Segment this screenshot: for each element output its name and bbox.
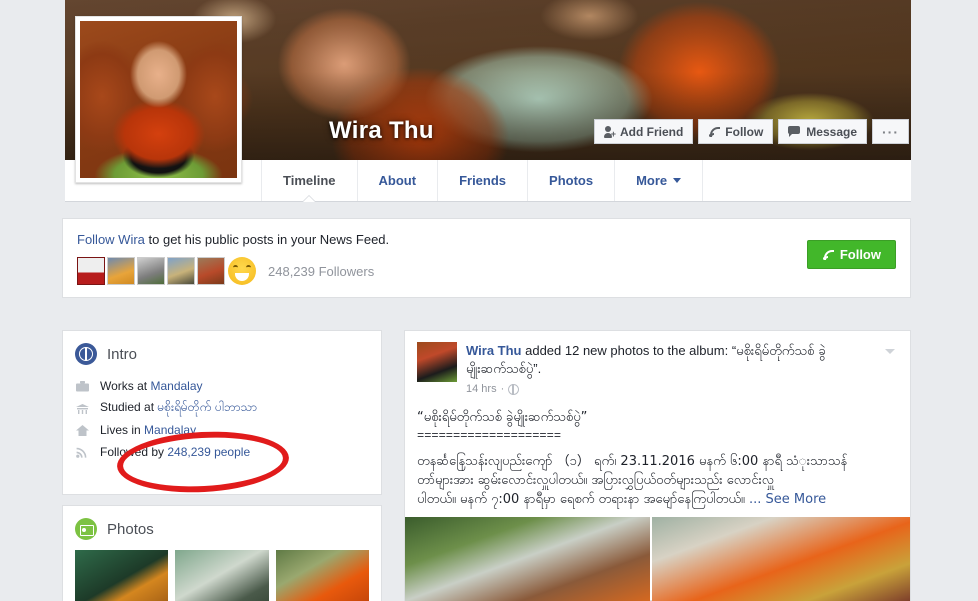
meta-dot: · — [500, 383, 505, 395]
intro-card-header: Intro — [63, 331, 381, 375]
globe-icon — [508, 383, 520, 395]
chevron-down-icon[interactable] — [880, 341, 900, 361]
more-options-icon: ··· — [882, 123, 899, 140]
rss-icon — [708, 126, 720, 138]
post-header: Wira Thu added 12 new photos to the albu… — [405, 331, 910, 398]
intro-lives-link[interactable]: Mandalay — [144, 423, 196, 437]
photos-card: Photos — [62, 505, 382, 601]
globe-icon — [75, 343, 97, 365]
intro-lives-text: Lives in Mandalay — [100, 423, 196, 437]
follower-avatar-1[interactable] — [77, 257, 105, 285]
photo-thumb-monk-speaking[interactable] — [75, 550, 169, 601]
intro-studied-prefix: Studied at — [100, 400, 158, 414]
follow-banner: Follow Wira to get his public posts in y… — [62, 218, 911, 298]
followers-count: 248,239 Followers — [268, 263, 375, 279]
post-photo-2-alms-offering[interactable] — [652, 517, 910, 601]
post-body-line3: ပါတယ်။ မနက် ၇:00 နာရီမှာ ရေစက် တရားနာ အမ… — [417, 492, 745, 507]
tab-photos[interactable]: Photos — [527, 160, 614, 201]
post-body-title: “မစိုးရိမ်တိုက်သစ် ခွဲမျိုးဆက်သစ်ပွဲ” — [417, 410, 588, 425]
briefcase-icon — [75, 380, 89, 392]
intro-row-studied: Studied at မစိုးရိမ်တိုက် ပါဘာသာ — [75, 397, 369, 419]
post-body-line1: တနင်္ဆနြေသန်းလျပည်းကျော် （၁） ရက်၊ 23.11.… — [417, 454, 848, 469]
follow-banner-rest: to get his public posts in your News Fee… — [144, 232, 390, 247]
follower-avatar-5[interactable] — [197, 257, 225, 285]
facebook-profile-page: Wira Thu + Add Friend Follow Message ···… — [0, 0, 978, 601]
add-friend-label: Add Friend — [619, 124, 684, 139]
intro-followed-text: Followed by 248,239 people — [100, 445, 250, 459]
intro-card: Intro Works at Mandalay Studied at မစိုး… — [62, 330, 382, 495]
follow-label-cover: Follow — [725, 124, 764, 139]
intro-lives-prefix: Lives in — [100, 423, 145, 437]
photos-card-header: Photos — [63, 506, 381, 550]
chevron-down-icon — [673, 178, 682, 183]
tab-timeline[interactable]: Timeline — [261, 160, 357, 201]
tab-about[interactable]: About — [356, 160, 438, 201]
post-author-link[interactable]: Wira Thu — [466, 343, 522, 358]
avatar-image — [80, 21, 237, 178]
post-header-text: Wira Thu added 12 new photos to the albu… — [466, 342, 898, 398]
follower-avatar-2[interactable] — [107, 257, 135, 285]
follow-button-banner[interactable]: Follow — [806, 240, 896, 269]
post-meta: 14 hrs · — [466, 381, 864, 398]
home-icon — [75, 424, 89, 436]
intro-studied-link[interactable]: မစိုးရိမ်တိုက် ပါဘာသာ — [157, 400, 257, 414]
intro-list: Works at Mandalay Studied at မစိုးရိမ်တိ… — [63, 375, 381, 463]
follower-avatar-3[interactable] — [137, 257, 165, 285]
intro-row-followed: Followed by 248,239 people — [75, 441, 369, 463]
message-button[interactable]: Message — [778, 119, 867, 144]
tab-about-label: About — [378, 173, 417, 188]
post-author-avatar[interactable] — [417, 342, 457, 382]
page-title: Wira Thu — [329, 117, 434, 144]
cover-action-bar: + Add Friend Follow Message ··· — [593, 119, 909, 144]
school-icon — [75, 403, 89, 414]
rss-icon — [75, 447, 89, 458]
post-body-line2: တာ်များအား ဆွမ်းလောင်းလှူပါတယ်။ အပြားလွှ… — [417, 473, 774, 488]
post-body-divider: ==================== — [417, 429, 562, 443]
follow-banner-text: Follow Wira to get his public posts in y… — [77, 232, 896, 247]
post-body-line3-wrap: ပါတယ်။ မနက် ၇:00 နာရီမှာ ရေစက် တရားနာ အမ… — [417, 490, 898, 509]
post-action-tail: ”. — [533, 361, 542, 376]
avatar[interactable] — [75, 16, 242, 183]
tab-timeline-label: Timeline — [283, 173, 336, 188]
see-more-link[interactable]: ... See More — [749, 492, 826, 507]
post-photo-1-monks-walking[interactable] — [405, 517, 651, 601]
photos-icon — [75, 518, 97, 540]
intro-title: Intro — [107, 345, 138, 363]
message-label: Message — [806, 124, 857, 139]
photo-thumb-temple-hall[interactable] — [175, 550, 269, 601]
photos-title: Photos — [107, 520, 154, 538]
add-friend-button[interactable]: + Add Friend — [593, 119, 694, 144]
intro-row-lives: Lives in Mandalay — [75, 419, 369, 441]
post-action-text: added 12 new photos to the album: “ — [521, 343, 737, 358]
follower-avatar-4[interactable] — [167, 257, 195, 285]
post-timestamp[interactable]: 14 hrs — [466, 381, 497, 398]
follower-avatars-row: 248,239 Followers — [77, 257, 896, 285]
intro-works-prefix: Works at — [100, 379, 151, 393]
intro-studied-text: Studied at မစိုးရိမ်တိုက် ပါဘာသာ — [100, 399, 257, 417]
tab-friends[interactable]: Friends — [437, 160, 527, 201]
intro-row-works: Works at Mandalay — [75, 375, 369, 397]
tab-photos-label: Photos — [549, 173, 594, 188]
more-options-button[interactable]: ··· — [872, 119, 909, 144]
follow-wira-link[interactable]: Follow Wira — [77, 232, 145, 247]
intro-followed-prefix: Followed by — [100, 445, 168, 459]
rss-icon — [822, 249, 834, 261]
tab-more[interactable]: More — [614, 160, 704, 201]
post-card: Wira Thu added 12 new photos to the albu… — [404, 330, 911, 601]
follow-button-banner-label: Follow — [839, 247, 881, 262]
photos-grid — [63, 550, 381, 601]
intro-works-link[interactable]: Mandalay — [150, 379, 202, 393]
intro-followed-link[interactable]: 248,239 people — [167, 445, 250, 459]
post-photo-grid — [405, 509, 910, 601]
person-add-icon: + — [603, 125, 616, 138]
follow-button-cover[interactable]: Follow — [698, 119, 774, 144]
tab-friends-label: Friends — [459, 173, 507, 188]
laughing-emoji-icon — [228, 257, 256, 285]
tab-more-label: More — [636, 173, 668, 188]
photo-thumb-monks-row[interactable] — [275, 550, 369, 601]
message-icon — [788, 126, 801, 137]
post-body: “မစိုးရိမ်တိုက်သစ် ခွဲမျိုးဆက်သစ်ပွဲ” ==… — [405, 398, 910, 509]
intro-works-text: Works at Mandalay — [100, 379, 203, 393]
